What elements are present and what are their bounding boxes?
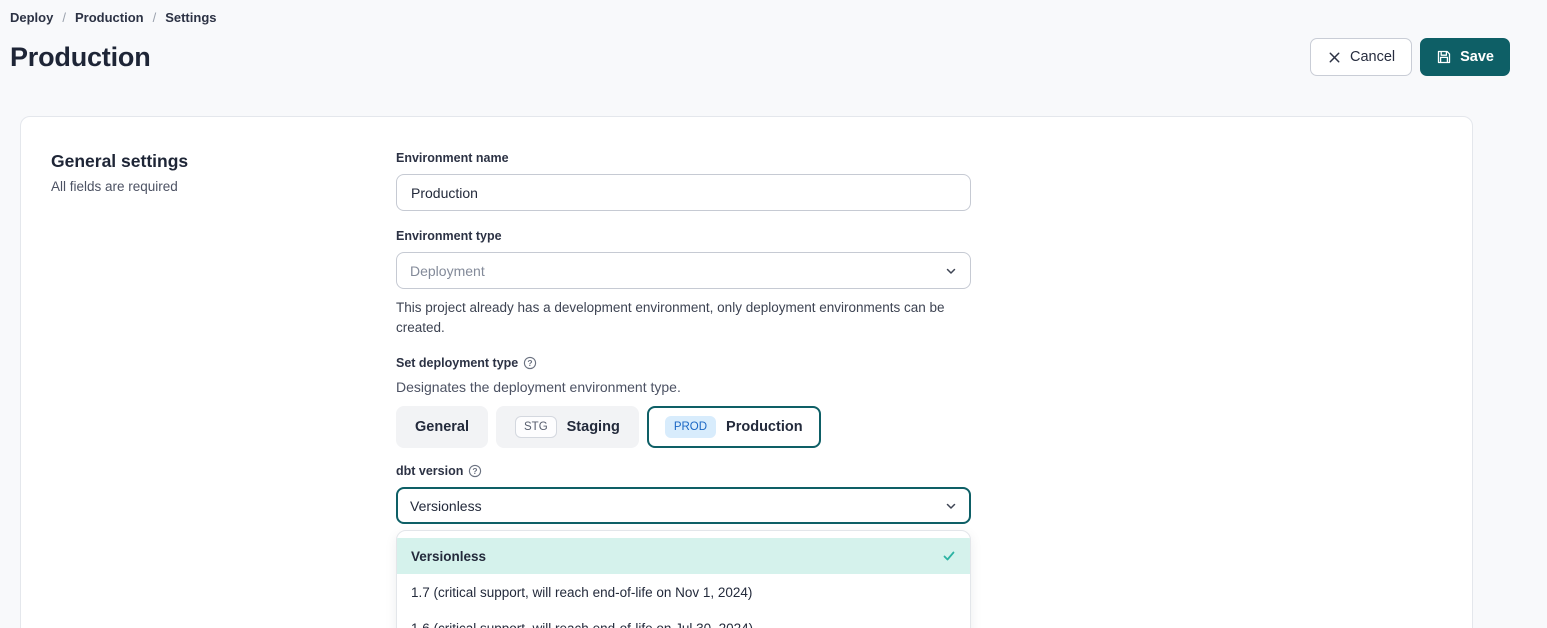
check-icon <box>942 549 956 563</box>
breadcrumb-item-deploy[interactable]: Deploy <box>10 10 53 25</box>
environment-type-value: Deployment <box>410 263 485 279</box>
staging-badge: STG <box>515 416 557 438</box>
deployment-type-production-label: Production <box>726 419 803 435</box>
dbt-version-select[interactable]: Versionless <box>396 487 971 524</box>
general-settings-card: General settings All fields are required… <box>20 116 1473 628</box>
section-heading: General settings All fields are required <box>51 151 396 628</box>
save-button[interactable]: Save <box>1420 38 1510 76</box>
section-subtitle: All fields are required <box>51 179 396 194</box>
dropdown-option-label: 1.7 (critical support, will reach end-of… <box>411 585 752 600</box>
close-icon <box>1327 50 1342 65</box>
prod-badge: PROD <box>665 416 716 438</box>
deployment-type-production-button[interactable]: PROD Production <box>647 406 821 448</box>
environment-name-label-text: Environment name <box>396 151 509 165</box>
deployment-type-options: General STG Staging PROD Production <box>396 406 971 448</box>
dbt-version-dropdown: Versionless 1.7 (critical support, will … <box>396 530 971 628</box>
cancel-button[interactable]: Cancel <box>1310 38 1412 76</box>
svg-text:?: ? <box>528 358 533 368</box>
dropdown-option-1-7[interactable]: 1.7 (critical support, will reach end-of… <box>397 574 970 610</box>
deployment-type-general-label: General <box>415 419 469 435</box>
dropdown-option-label: 1.6 (critical support, will reach end-of… <box>411 621 753 628</box>
header-actions: Cancel Save <box>1310 38 1510 76</box>
breadcrumb: Deploy / Production / Settings <box>10 10 1510 25</box>
cancel-button-label: Cancel <box>1350 49 1395 65</box>
breadcrumb-separator: / <box>153 10 157 25</box>
breadcrumb-item-production[interactable]: Production <box>75 10 144 25</box>
deployment-type-staging-label: Staging <box>567 419 620 435</box>
dbt-version-label-text: dbt version <box>396 464 463 478</box>
dropdown-option-1-6[interactable]: 1.6 (critical support, will reach end-of… <box>397 610 970 628</box>
environment-type-label-text: Environment type <box>396 229 502 243</box>
help-circle-icon[interactable]: ? <box>468 464 482 478</box>
deployment-type-label: Set deployment type ? <box>396 356 971 370</box>
environment-type-select[interactable]: Deployment <box>396 252 971 289</box>
deployment-type-label-text: Set deployment type <box>396 356 518 370</box>
breadcrumb-separator: / <box>62 10 66 25</box>
deployment-type-description: Designates the deployment environment ty… <box>396 379 971 395</box>
deployment-type-staging-button[interactable]: STG Staging <box>496 406 639 448</box>
dropdown-option-versionless[interactable]: Versionless <box>397 538 970 574</box>
environment-name-input[interactable] <box>396 174 971 211</box>
dbt-version-value: Versionless <box>410 498 482 514</box>
breadcrumb-item-settings: Settings <box>165 10 216 25</box>
settings-form: Environment name Environment type Deploy… <box>396 151 971 628</box>
page-header: Production Cancel Save <box>10 37 1510 77</box>
chevron-down-icon <box>945 265 957 277</box>
environment-type-label: Environment type <box>396 229 971 243</box>
page: Deploy / Production / Settings Productio… <box>0 0 1547 628</box>
environment-name-label: Environment name <box>396 151 971 165</box>
dbt-version-label: dbt version ? <box>396 464 971 478</box>
save-floppy-icon <box>1436 49 1452 65</box>
environment-type-help-text: This project already has a development e… <box>396 298 951 338</box>
svg-text:?: ? <box>473 466 478 476</box>
dropdown-option-label: Versionless <box>411 549 486 564</box>
help-circle-icon[interactable]: ? <box>523 356 537 370</box>
page-title: Production <box>10 42 151 73</box>
save-button-label: Save <box>1460 49 1494 65</box>
deployment-type-general-button[interactable]: General <box>396 406 488 448</box>
chevron-down-icon <box>945 500 957 512</box>
section-title: General settings <box>51 151 396 172</box>
